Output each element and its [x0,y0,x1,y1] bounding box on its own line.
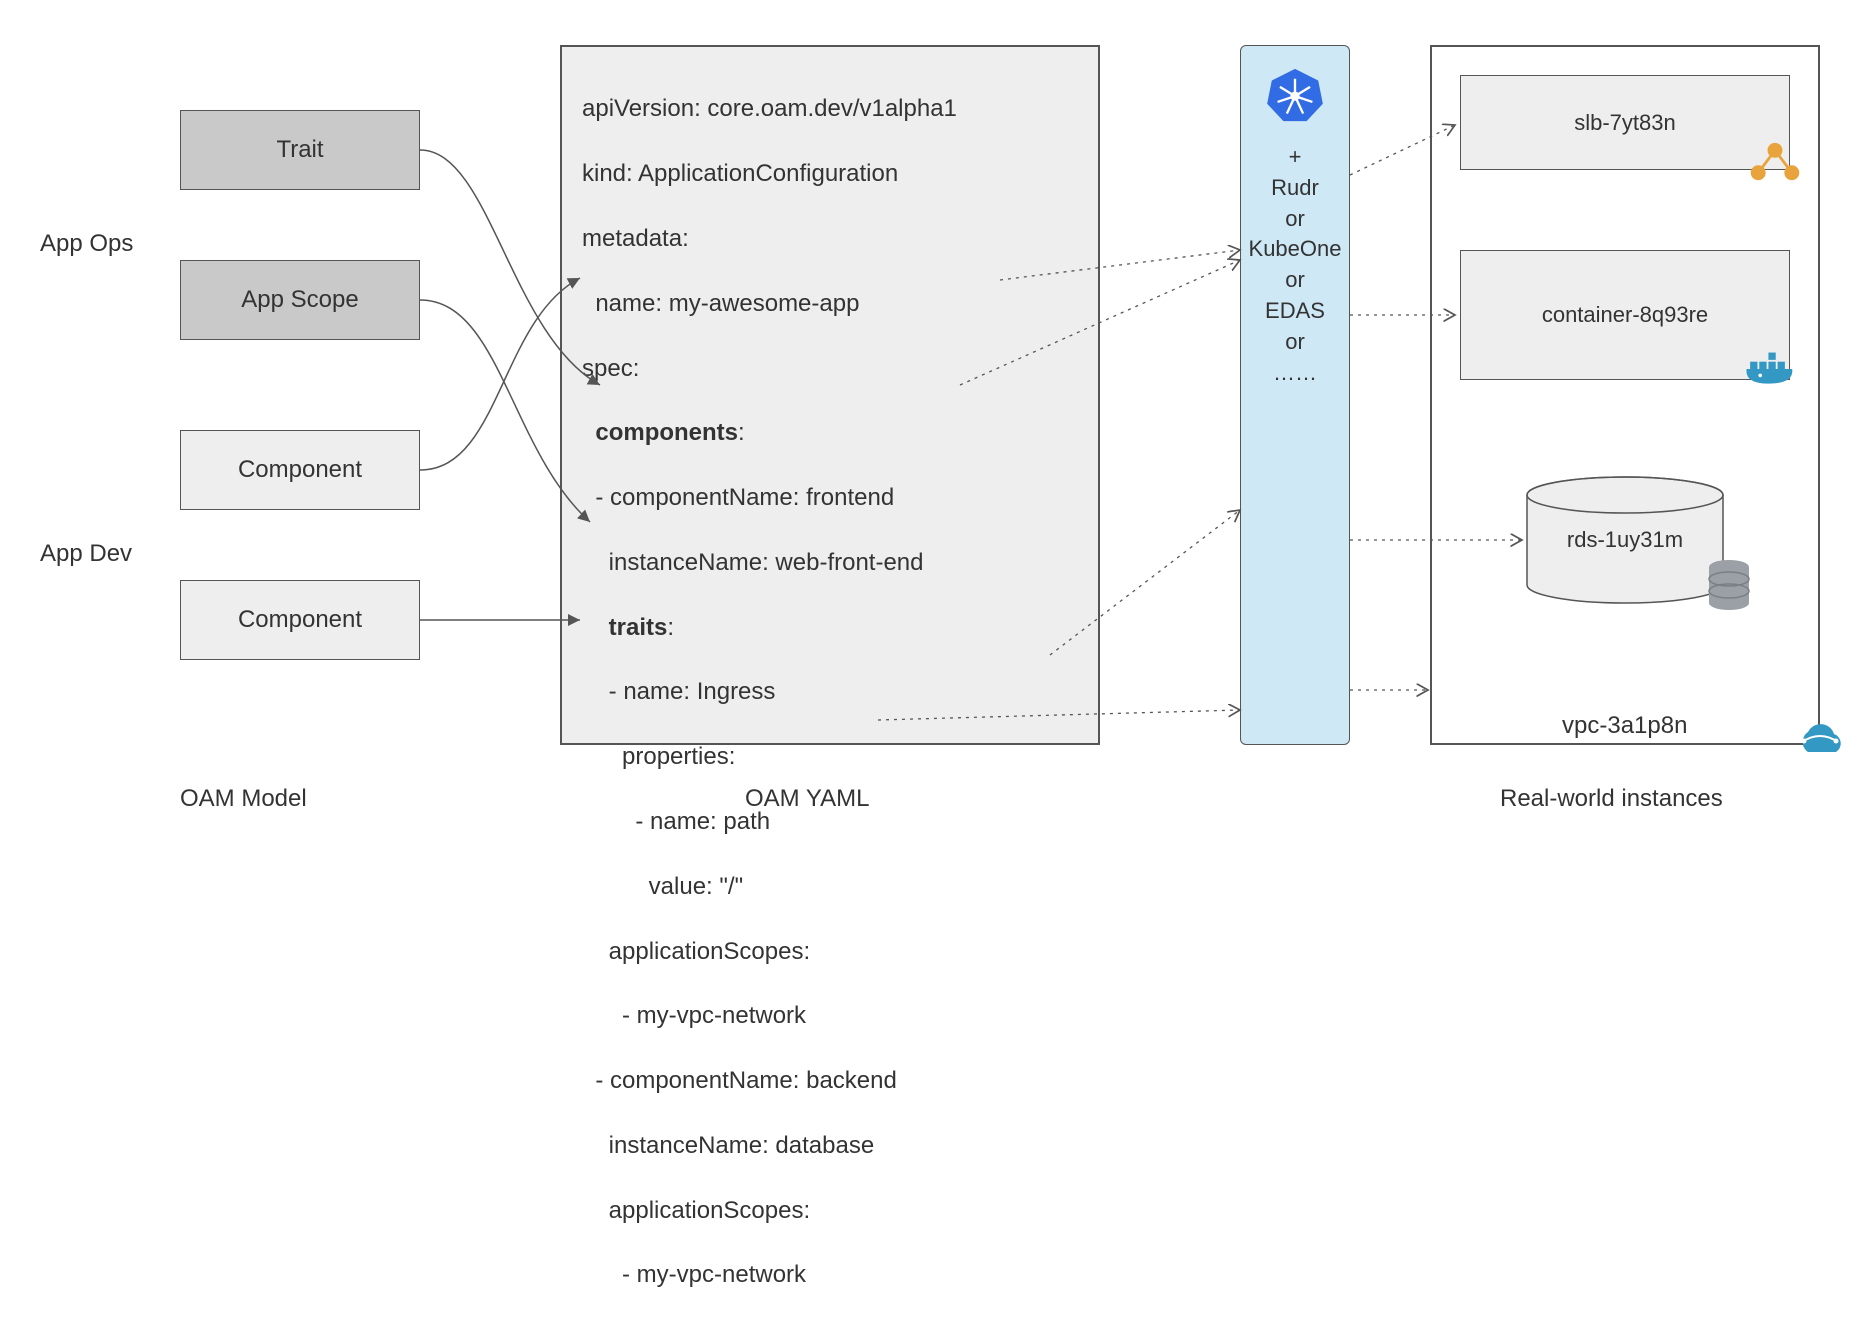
yaml-line: metadata: [582,223,1078,255]
label-app-dev: App Dev [40,540,132,568]
yaml-line: - my-vpc-network [582,1259,1078,1291]
yaml-panel: apiVersion: core.oam.dev/v1alpha1 kind: … [560,45,1100,745]
box-trait-label: Trait [276,136,323,164]
instance-vpc-label: vpc-3a1p8n [1562,712,1687,740]
box-trait: Trait [180,110,420,190]
yaml-line: applicationScopes: [582,936,1078,968]
instance-slb: slb-7yt83n [1460,75,1790,170]
box-component-2: Component [180,580,420,660]
box-app-scope: App Scope [180,260,420,340]
database-icon [1705,559,1753,613]
instance-container: container-8q93re [1460,250,1790,380]
yaml-line: apiVersion: core.oam.dev/v1alpha1 [582,93,1078,125]
yaml-line: spec: [582,353,1078,385]
box-component-1: Component [180,430,420,510]
yaml-line: properties: [582,741,1078,773]
yaml-line: applicationScopes: [582,1195,1078,1227]
yaml-line: instanceName: web-front-end [582,547,1078,579]
loadbalancer-icon [1747,141,1803,183]
label-oam-model: OAM Model [180,785,307,813]
yaml-line: kind: ApplicationConfiguration [582,158,1078,190]
yaml-line: value: "/" [582,871,1078,903]
box-app-scope-label: App Scope [241,286,358,314]
yaml-line: components: [582,417,1078,449]
yaml-line: name: my-awesome-app [582,288,1078,320]
runtime-text: + Rudr or KubeOne or EDAS or …… [1249,142,1342,388]
docker-icon [1741,345,1805,393]
label-app-ops: App Ops [40,230,133,258]
yaml-line: - componentName: frontend [582,482,1078,514]
instance-slb-label: slb-7yt83n [1574,110,1676,136]
box-component-1-label: Component [238,456,362,484]
yaml-line: - my-vpc-network [582,1000,1078,1032]
cloud-icon [1790,720,1850,762]
yaml-line: traits: [582,612,1078,644]
kubernetes-icon [1266,66,1324,124]
instance-rds: rds-1uy31m [1525,475,1725,595]
label-real-world: Real-world instances [1500,785,1723,813]
runtime-panel: + Rudr or KubeOne or EDAS or …… [1240,45,1350,745]
yaml-line: - name: Ingress [582,676,1078,708]
label-oam-yaml: OAM YAML [745,785,869,813]
instance-container-label: container-8q93re [1542,302,1708,328]
box-component-2-label: Component [238,606,362,634]
instance-rds-label: rds-1uy31m [1525,527,1725,553]
yaml-line: instanceName: database [582,1130,1078,1162]
yaml-line: - componentName: backend [582,1065,1078,1097]
